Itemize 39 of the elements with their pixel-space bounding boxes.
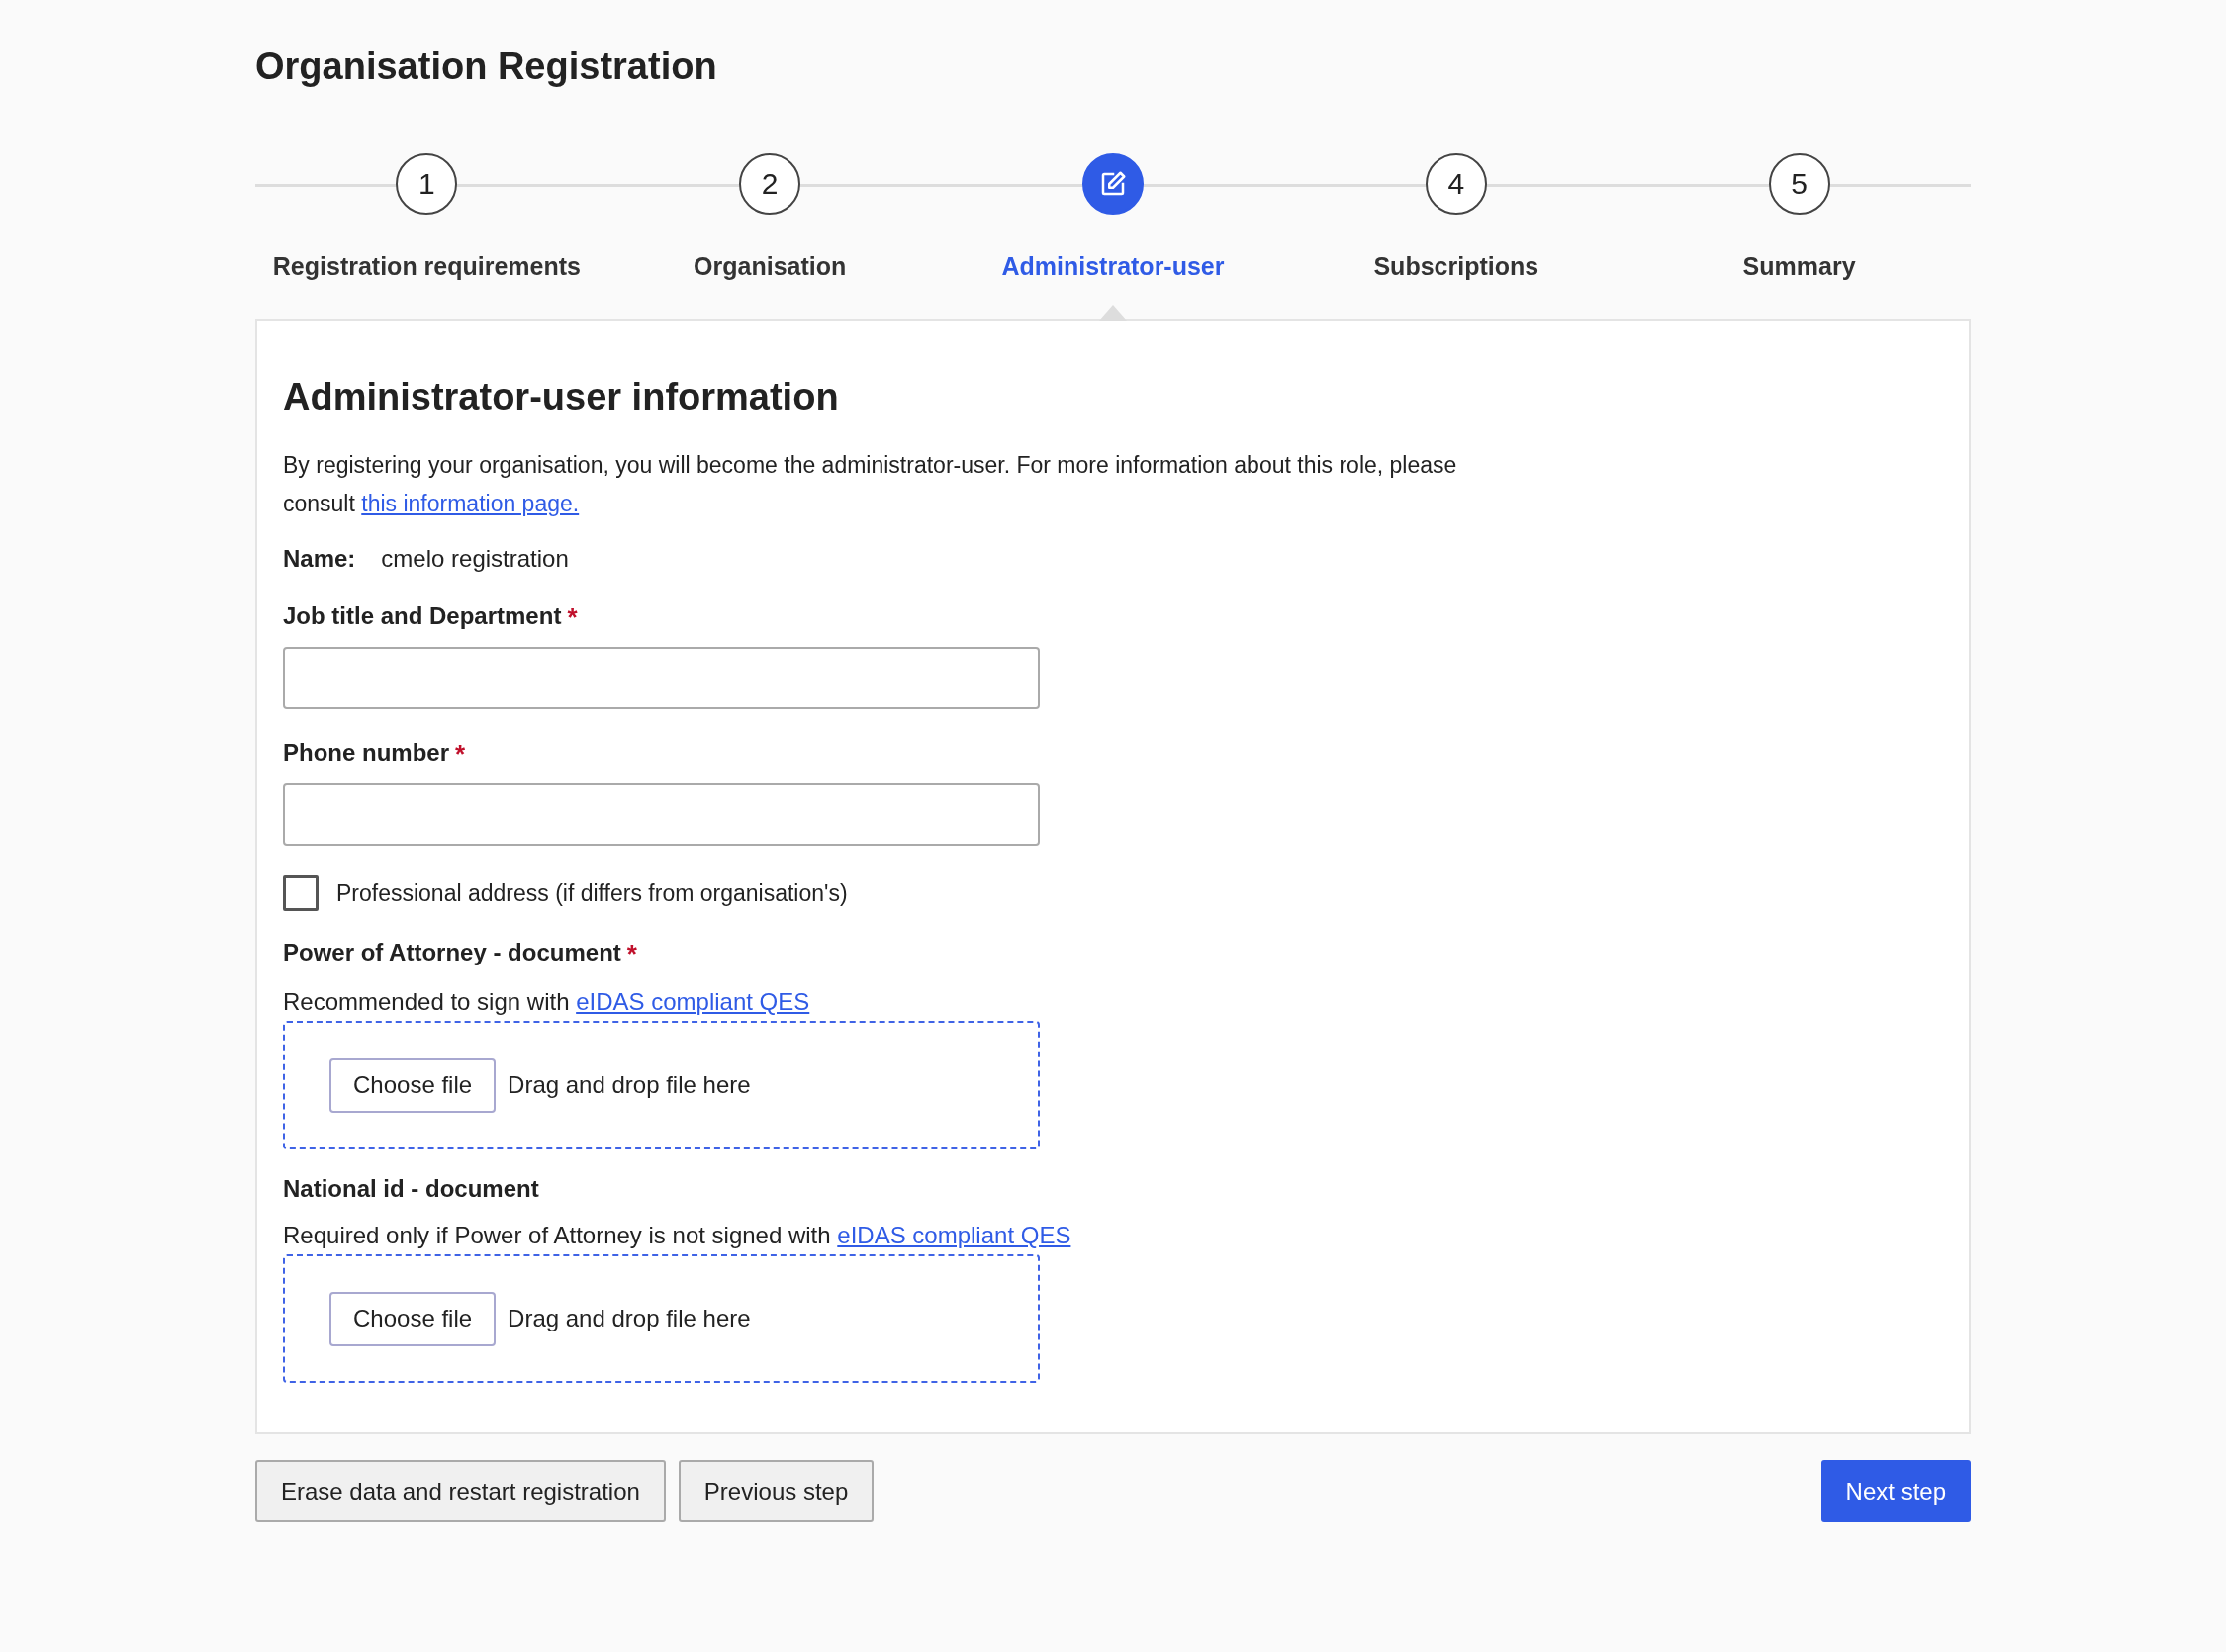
field-label: Phone number bbox=[283, 739, 449, 768]
field-label: Power of Attorney - document bbox=[283, 939, 621, 967]
name-value: cmelo registration bbox=[381, 545, 569, 573]
required-mark: * bbox=[455, 739, 466, 770]
input-field[interactable] bbox=[283, 647, 1040, 709]
intro-text: By registering your organisation, you will become the administrator-user. For more information about this role, please consult this information page. bbox=[283, 451, 1458, 518]
field-hint: Required only if Power of Attorney is not signed with eIDAS compliant QES bbox=[283, 1221, 1072, 1250]
required-mark: * bbox=[626, 939, 637, 969]
choose-file-button[interactable]: Choose file bbox=[329, 1291, 497, 1346]
name-label: Name: bbox=[283, 545, 356, 573]
section-heading: Administrator-user information bbox=[283, 376, 840, 418]
step-label[interactable]: Subscriptions bbox=[1373, 252, 1539, 281]
step-circle[interactable]: 1 bbox=[396, 153, 458, 215]
step-label[interactable]: Administrator-user bbox=[1001, 252, 1225, 281]
page-title: Organisation Registration bbox=[255, 46, 718, 88]
step-label[interactable]: Summary bbox=[1742, 252, 1856, 281]
step-label[interactable]: Organisation bbox=[694, 252, 847, 281]
file-drop-zone[interactable]: Choose file Drag and drop file here bbox=[283, 1254, 1040, 1383]
choose-file-button[interactable]: Choose file bbox=[329, 1057, 497, 1113]
file-drop-zone[interactable]: Choose file Drag and drop file here bbox=[283, 1021, 1040, 1149]
info-link[interactable]: eIDAS compliant QES bbox=[837, 1222, 1071, 1248]
drop-hint: Drag and drop file here bbox=[508, 1071, 751, 1099]
step-label[interactable]: Registration requirements bbox=[272, 252, 581, 281]
field-label: National id - document bbox=[283, 1175, 539, 1203]
info-link[interactable]: this information page. bbox=[361, 491, 580, 516]
step-circle[interactable]: 5 bbox=[1768, 153, 1830, 215]
field-label: Job title and Department bbox=[283, 602, 562, 631]
step-circle[interactable]: 4 bbox=[1425, 153, 1487, 215]
required-mark: * bbox=[567, 602, 578, 633]
step-circle[interactable]: 2 bbox=[739, 153, 801, 215]
checkbox-label: Professional address (if differs from organisation's) bbox=[336, 879, 848, 907]
checkbox[interactable] bbox=[283, 875, 319, 911]
input-field[interactable] bbox=[283, 783, 1040, 846]
secondary-button[interactable]: Erase data and restart registration bbox=[255, 1460, 666, 1522]
field-hint: Recommended to sign with eIDAS compliant QES bbox=[283, 987, 811, 1017]
next-step-button[interactable]: Next step bbox=[1820, 1460, 1971, 1522]
info-link[interactable]: eIDAS compliant QES bbox=[576, 988, 810, 1015]
drop-hint: Drag and drop file here bbox=[508, 1305, 751, 1332]
secondary-button[interactable]: Previous step bbox=[678, 1460, 875, 1522]
